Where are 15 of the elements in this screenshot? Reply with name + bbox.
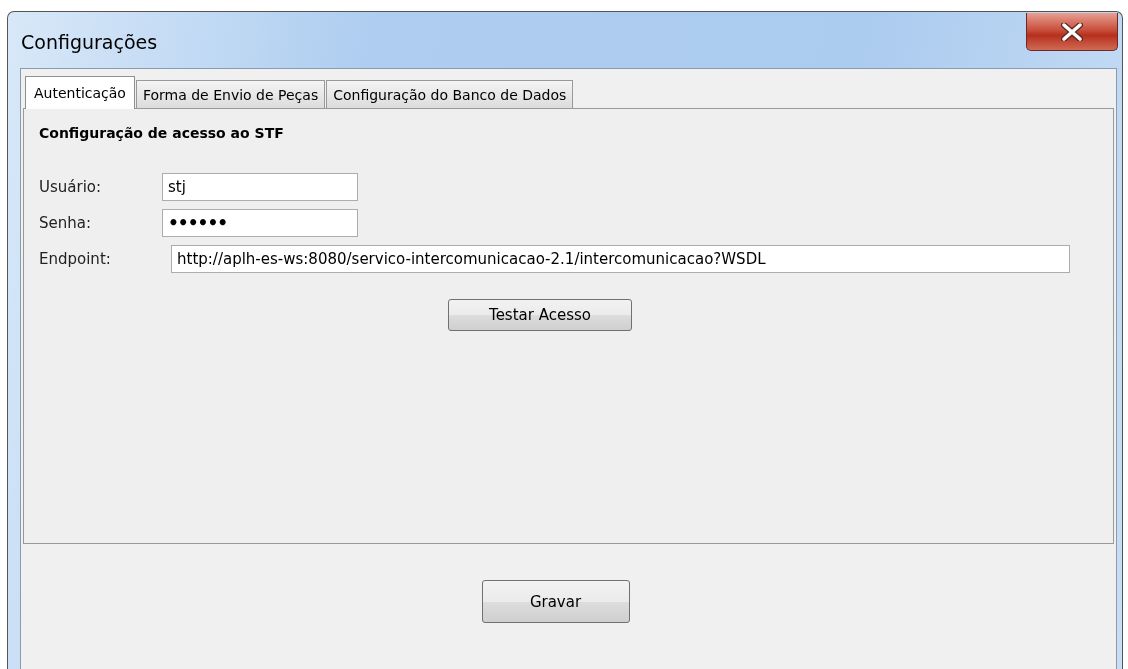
save-button[interactable]: Gravar: [481, 580, 630, 623]
tab[interactable]: Forma de Envio de Peças: [135, 80, 326, 108]
field-label: Endpoint:: [39, 250, 112, 268]
window-title: Configurações: [21, 31, 158, 53]
close-button[interactable]: [1026, 13, 1118, 51]
field-label: Usuário:: [39, 178, 103, 196]
field-label: Senha:: [39, 214, 92, 232]
username-field[interactable]: stj: [162, 173, 358, 201]
test-access-button[interactable]: Testar Acesso: [448, 299, 632, 331]
close-icon: [1061, 22, 1083, 41]
tab[interactable]: Autenticação: [25, 76, 135, 109]
endpoint-field[interactable]: http://aplh-es-ws:8080/servico-intercomunicacao-2.1/intercomunicacao?WSDL: [171, 245, 1070, 273]
password-field[interactable]: ••••••: [162, 209, 358, 237]
tab[interactable]: Configuração do Banco de Dados: [326, 80, 574, 108]
section-title: Configuração de acesso ao STF: [39, 125, 285, 141]
